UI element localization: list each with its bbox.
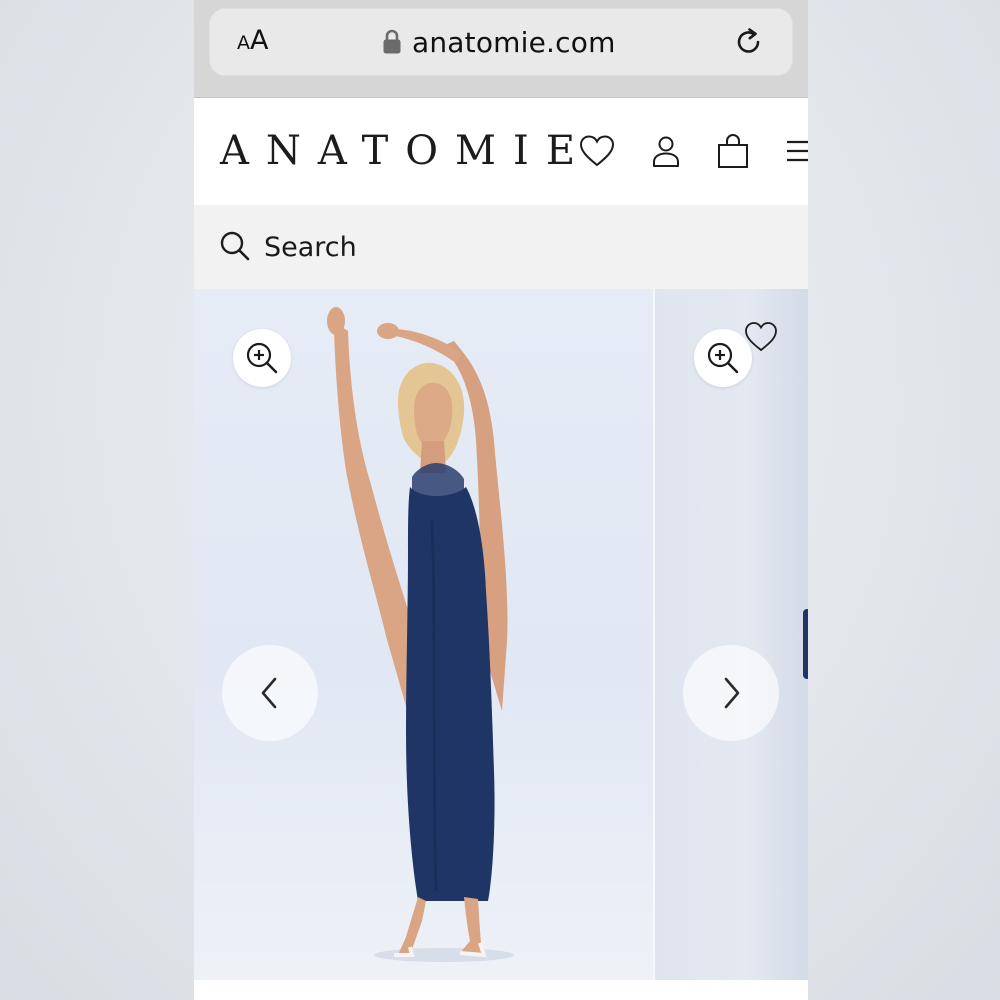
zoom-in-button[interactable] [233, 329, 291, 387]
browser-toolbar: AA anatomie.com [194, 0, 808, 98]
next-image-dress-edge [803, 609, 808, 679]
phone-screen: AA anatomie.com ANATOMIE Search [194, 0, 808, 1000]
site-header: ANATOMIE [194, 98, 808, 205]
chevron-right-icon [724, 677, 740, 709]
text-size-small-label: A [237, 32, 250, 54]
heart-icon[interactable] [578, 132, 616, 170]
address-bar[interactable]: AA anatomie.com [209, 8, 793, 76]
zoom-in-icon [246, 342, 278, 374]
product-image-main[interactable] [194, 289, 653, 980]
search-bar[interactable]: Search [194, 205, 808, 289]
product-image-next[interactable] [655, 289, 808, 980]
url-display[interactable]: anatomie.com [382, 22, 616, 62]
shopping-bag-icon[interactable] [714, 132, 752, 170]
search-placeholder: Search [264, 232, 357, 263]
lock-icon [383, 29, 401, 54]
chevron-left-icon [261, 677, 277, 709]
menu-icon[interactable] [784, 132, 808, 170]
reload-icon[interactable] [731, 24, 767, 60]
search-icon [220, 231, 250, 261]
product-gallery[interactable] [194, 289, 808, 980]
zoom-in-icon [707, 342, 739, 374]
text-size-button[interactable]: AA [237, 26, 287, 56]
heart-outline-icon[interactable] [743, 319, 779, 353]
page-bottom-strip [194, 980, 808, 1000]
previous-image-button[interactable] [222, 645, 318, 741]
site-logo[interactable]: ANATOMIE [220, 128, 592, 174]
url-text: anatomie.com [412, 25, 616, 59]
next-image-button[interactable] [683, 645, 779, 741]
text-size-large-label: A [250, 25, 269, 56]
account-icon[interactable] [647, 132, 685, 170]
model-in-dress-image [327, 307, 514, 962]
